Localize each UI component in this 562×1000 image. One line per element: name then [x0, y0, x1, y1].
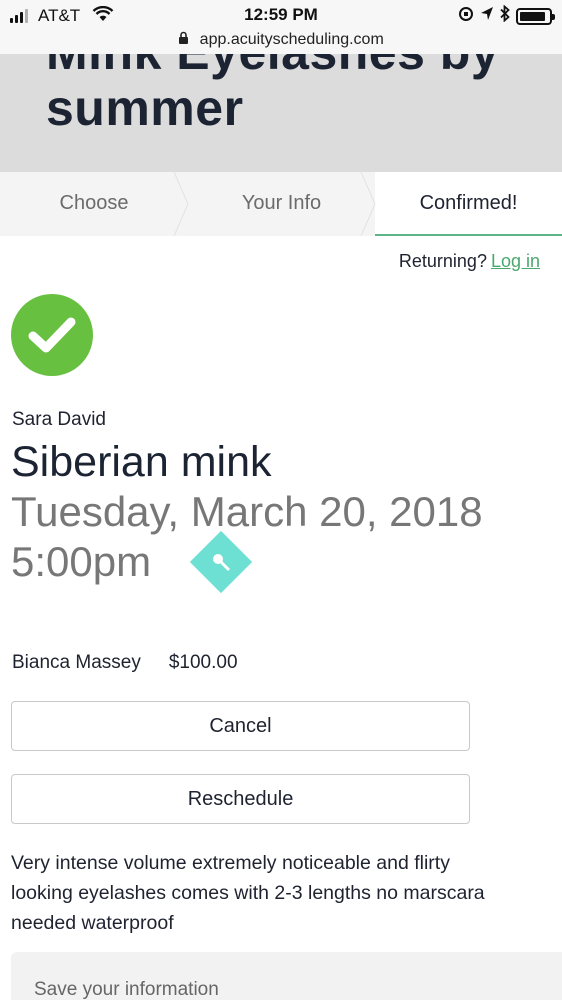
orientation-lock-icon — [458, 6, 474, 27]
key-watermark-icon — [189, 530, 253, 594]
business-header: Mink Eyelashes by summer — [0, 54, 562, 172]
appointment-meta: Bianca Massey $100.00 — [12, 652, 238, 674]
service-description: Very intense volume extremely noticeable… — [11, 852, 485, 934]
location-icon — [480, 6, 494, 27]
step-choose[interactable]: Choose — [0, 172, 189, 236]
save-info-label: Save your information — [34, 979, 219, 1000]
step-navigation: Choose Your Info Confirmed! — [0, 172, 562, 236]
step-confirmed: Confirmed! — [375, 172, 562, 236]
login-link[interactable]: Log in — [491, 251, 540, 271]
battery-icon — [516, 7, 555, 25]
provider-name: Bianca Massey — [12, 652, 141, 673]
url-text: app.acuityscheduling.com — [199, 31, 384, 48]
appointment-date: Tuesday, March 20, 2018 — [11, 488, 483, 535]
price: $100.00 — [168, 652, 238, 673]
bluetooth-icon — [500, 4, 510, 27]
appointment-datetime: Tuesday, March 20, 2018 5:00pm — [11, 487, 491, 587]
lock-icon — [178, 31, 199, 48]
step-label: Confirmed! — [419, 192, 518, 214]
business-title: Mink Eyelashes by summer — [46, 54, 499, 136]
save-info-panel[interactable]: Save your information — [11, 952, 562, 1000]
chevron-right-icon — [361, 172, 376, 236]
client-name: Sara David — [12, 409, 106, 430]
success-check-icon — [11, 294, 93, 376]
step-your-info[interactable]: Your Info — [188, 172, 376, 236]
step-label: Choose — [59, 192, 129, 214]
chevron-right-icon — [174, 172, 189, 236]
step-label: Your Info — [241, 192, 322, 214]
service-name: Siberian mink — [11, 438, 272, 486]
returning-prompt: Returning? Log in — [399, 251, 540, 272]
cancel-button[interactable]: Cancel — [11, 701, 470, 751]
returning-text: Returning? — [398, 251, 487, 271]
address-bar[interactable]: app.acuityscheduling.com — [0, 28, 562, 54]
reschedule-button[interactable]: Reschedule — [11, 774, 470, 824]
